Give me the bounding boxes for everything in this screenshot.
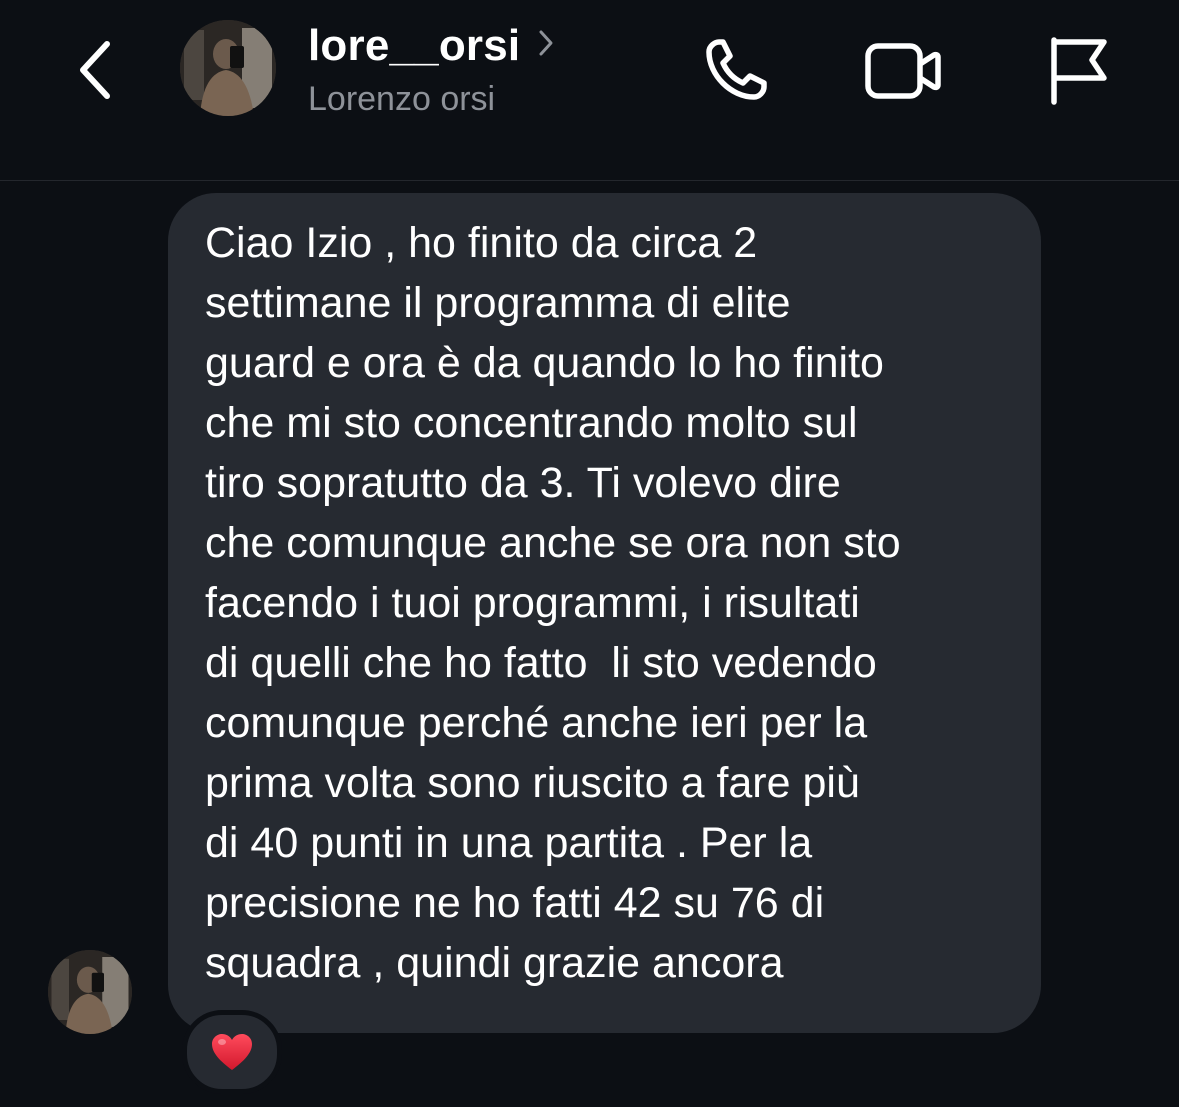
video-call-button[interactable] bbox=[862, 30, 942, 110]
full-name: Lorenzo orsi bbox=[308, 80, 496, 118]
video-camera-icon bbox=[865, 43, 941, 99]
avatar[interactable] bbox=[180, 20, 276, 116]
phone-icon bbox=[706, 39, 767, 100]
back-button[interactable] bbox=[60, 30, 130, 110]
chevron-right-icon bbox=[539, 30, 553, 56]
sender-avatar[interactable] bbox=[48, 950, 132, 1034]
message-bubble[interactable]: Ciao Izio , ho finito da circa 2 settima… bbox=[168, 193, 1041, 1033]
chevron-left-icon bbox=[80, 41, 110, 99]
flag-icon bbox=[1051, 37, 1107, 105]
voice-call-button[interactable] bbox=[696, 30, 776, 110]
username: lore__orsi bbox=[308, 21, 521, 70]
heart-icon bbox=[212, 1034, 252, 1070]
chat-header: lore__orsi Lorenzo orsi bbox=[0, 0, 1179, 181]
profile-photo bbox=[180, 20, 276, 116]
username-link[interactable]: lore__orsi bbox=[308, 18, 554, 74]
report-button[interactable] bbox=[1036, 30, 1116, 110]
message-text: Ciao Izio , ho finito da circa 2 settima… bbox=[205, 219, 901, 987]
reaction-badge[interactable] bbox=[182, 1010, 282, 1094]
profile-photo bbox=[48, 950, 132, 1034]
